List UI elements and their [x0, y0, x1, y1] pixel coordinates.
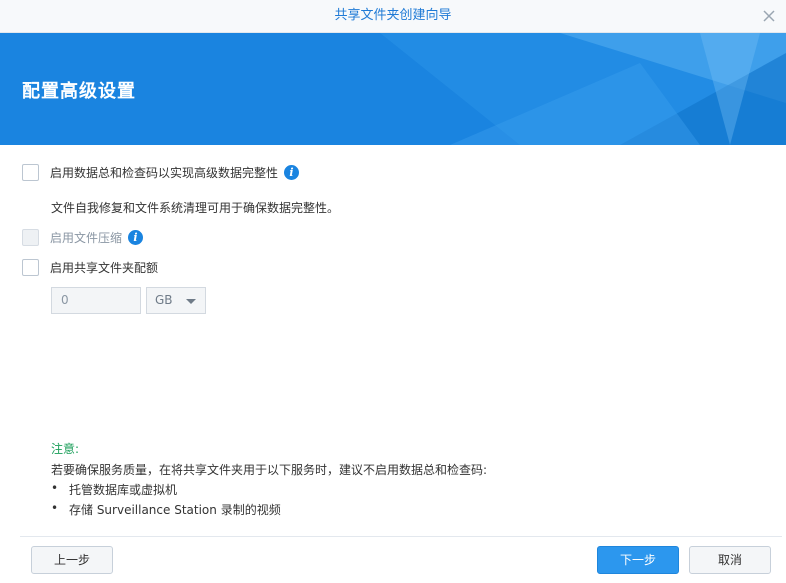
close-icon[interactable]: [760, 7, 778, 25]
note-title: 注意:: [51, 442, 80, 456]
page-heading: 配置高级设置: [22, 81, 136, 102]
footer-divider: [20, 536, 782, 537]
info-icon[interactable]: i: [284, 165, 300, 180]
bullet-icon: •: [51, 481, 59, 495]
note-bullet-text: 存储 Surveillance Station 录制的视频: [69, 503, 281, 517]
checksum-option[interactable]: 启用数据总和检查码以实现高级数据完整性 i: [22, 164, 300, 181]
compression-checkbox: [22, 229, 39, 246]
quota-option[interactable]: 启用共享文件夹配额: [22, 259, 158, 276]
quota-unit-value: GB: [155, 293, 173, 307]
checksum-label: 启用数据总和检查码以实现高级数据完整性: [50, 166, 279, 180]
wizard-banner: 配置高级设置: [0, 33, 786, 145]
back-button[interactable]: 上一步: [31, 546, 113, 574]
quota-unit-select[interactable]: GB: [146, 287, 206, 314]
next-button[interactable]: 下一步: [597, 546, 679, 574]
note-bullet-text: 托管数据库或虚拟机: [69, 483, 178, 497]
cancel-button[interactable]: 取消: [689, 546, 771, 574]
quota-label: 启用共享文件夹配额: [50, 261, 159, 275]
chevron-down-icon: [186, 299, 196, 304]
quota-checkbox[interactable]: [22, 259, 39, 276]
compression-label: 启用文件压缩: [50, 231, 123, 245]
quota-size-input[interactable]: 0: [51, 287, 141, 314]
note-bullet-item: • 存储 Surveillance Station 录制的视频: [51, 501, 281, 518]
info-icon[interactable]: i: [128, 230, 144, 245]
window-title: 共享文件夹创建向导: [334, 8, 452, 23]
checksum-checkbox[interactable]: [22, 164, 39, 181]
compression-option: 启用文件压缩 i: [22, 229, 144, 246]
bullet-icon: •: [51, 501, 59, 515]
checksum-description: 文件自我修复和文件系统清理可用于确保数据完整性。: [51, 201, 340, 215]
note-text: 若要确保服务质量，在将共享文件夹用于以下服务时，建议不启用数据总和检查码:: [51, 463, 488, 477]
note-bullet-item: • 托管数据库或虚拟机: [51, 481, 177, 498]
title-bar: 共享文件夹创建向导: [0, 0, 786, 33]
